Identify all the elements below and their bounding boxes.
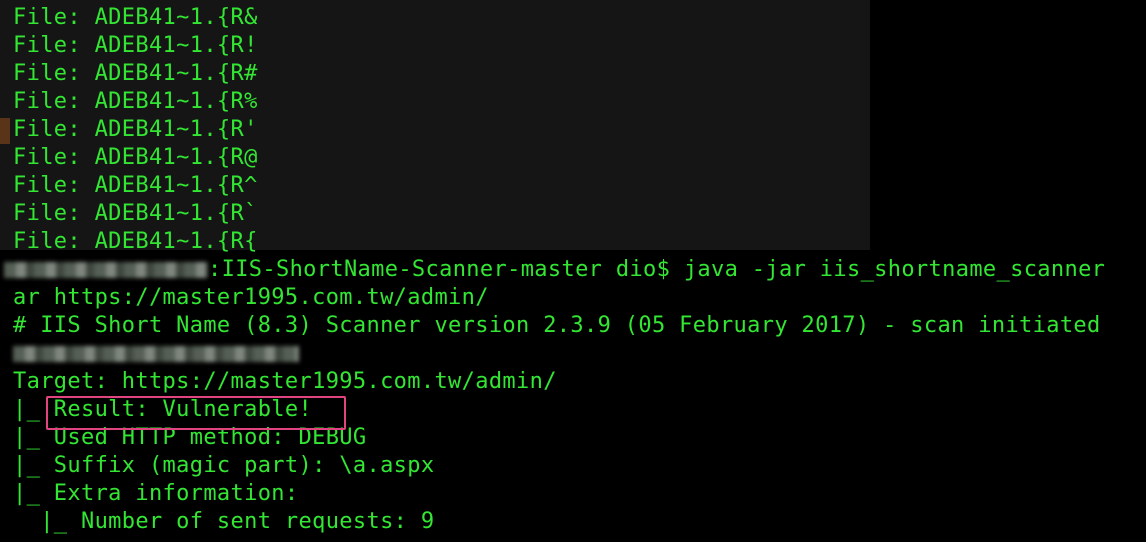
output-line-file-6: File: ADEB41~1.{R@: [13, 145, 258, 170]
output-line-file-2: File: ADEB41~1.{R!: [13, 33, 258, 58]
output-line-file-9: File: ADEB41~1.{R{: [13, 229, 258, 254]
redacted-timestamp-line: [13, 340, 299, 368]
result-highlight-box: [46, 396, 346, 430]
suffix-line: |_ Suffix (magic part): \a.aspx: [13, 453, 435, 478]
extra-info-line: |_ Extra information:: [13, 481, 299, 506]
prompt-command: :IIS-ShortName-Scanner-master dio$ java …: [208, 257, 1106, 282]
background-strip: [0, 118, 10, 144]
scanner-banner-line: # IIS Short Name (8.3) Scanner version 2…: [13, 313, 1101, 338]
output-line-file-7: File: ADEB41~1.{R^: [13, 173, 258, 198]
command-wrap-line: ar https://master1995.com.tw/admin/: [13, 285, 489, 310]
sent-requests-line: |_ Number of sent requests: 9: [13, 509, 435, 534]
shell-prompt-line: :IIS-ShortName-Scanner-master dio$ java …: [4, 256, 1105, 284]
target-line: Target: https://master1995.com.tw/admin/: [13, 369, 557, 394]
terminal-window[interactable]: File: ADEB41~1.{R& File: ADEB41~1.{R! Fi…: [0, 0, 1146, 542]
output-line-file-8: File: ADEB41~1.{R`: [13, 201, 258, 226]
output-line-file-4: File: ADEB41~1.{R%: [13, 89, 258, 114]
redacted-hostname: [4, 262, 208, 278]
output-line-file-5: File: ADEB41~1.{R': [13, 117, 258, 142]
redacted-timestamp: [13, 346, 299, 362]
output-line-file-3: File: ADEB41~1.{R#: [13, 61, 258, 86]
output-line-file-1: File: ADEB41~1.{R&: [13, 5, 258, 30]
